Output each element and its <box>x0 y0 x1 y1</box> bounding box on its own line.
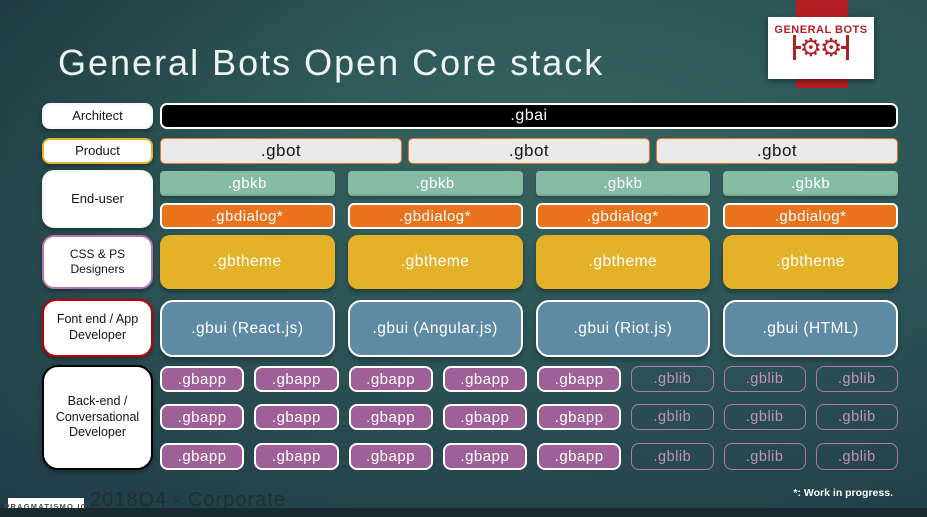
role-label-css-ps-designers: CSS & PS Designers <box>42 235 153 289</box>
box-gbapp: .gbapp <box>254 443 339 470</box>
row-gbtheme: .gbtheme .gbtheme .gbtheme .gbtheme <box>160 235 898 289</box>
general-bots-logo: GENERAL BOTS ⚙ ⚙ <box>768 17 874 79</box>
box-gbui-angular: .gbui (Angular.js) <box>347 300 523 357</box>
box-gbapp: .gbapp <box>160 366 245 392</box>
box-gblib: .gblib <box>631 443 714 470</box>
role-label-front-end-app-developer: Font end / App Developer <box>42 299 153 357</box>
box-gbui-html: .gbui (HTML) <box>723 300 898 357</box>
role-label-end-user: End-user <box>42 170 153 228</box>
row-gbai: .gbai <box>160 103 898 129</box>
page-title: General Bots Open Core stack <box>58 42 605 83</box>
box-gbot: .gbot <box>160 138 402 164</box>
bottom-strip <box>0 508 927 517</box>
gear-bar-right <box>846 35 850 60</box>
box-gbai: .gbai <box>160 103 898 129</box>
row-gbapp-2: .gbapp .gbapp .gbapp .gbapp .gbapp .gbli… <box>160 404 898 430</box>
box-gbapp: .gbapp <box>537 404 622 430</box>
row-gbapp-3: .gbapp .gbapp .gbapp .gbapp .gbapp .gbli… <box>160 443 898 470</box>
box-gbkb: .gbkb <box>535 171 711 196</box>
box-gbdialog: .gbdialog* <box>347 203 523 229</box>
box-gbapp: .gbapp <box>160 443 245 470</box>
role-label-architect: Architect <box>42 103 153 129</box>
slide-canvas: General Bots Open Core stack GENERAL BOT… <box>0 0 927 517</box>
row-gbui: .gbui (React.js) .gbui (Angular.js) .gbu… <box>160 300 898 357</box>
box-gblib: .gblib <box>631 404 714 430</box>
box-gbtheme: .gbtheme <box>723 235 898 289</box>
box-gbapp: .gbapp <box>442 404 527 430</box>
box-gbtheme: .gbtheme <box>347 235 523 289</box>
box-gblib: .gblib <box>815 443 898 470</box>
role-label-back-end-conversational-developer: Back-end / Conversational Developer <box>42 365 153 470</box>
box-gbkb: .gbkb <box>347 171 523 196</box>
box-gbapp: .gbapp <box>348 443 433 470</box>
box-gblib: .gblib <box>815 366 898 392</box>
box-gbapp: .gbapp <box>254 404 339 430</box>
box-gbtheme: .gbtheme <box>160 235 335 289</box>
role-label-product: Product <box>42 138 153 164</box>
box-gbdialog: .gbdialog* <box>535 203 711 229</box>
box-gblib: .gblib <box>723 404 806 430</box>
box-gbapp: .gbapp <box>254 366 339 392</box>
box-gblib: .gblib <box>815 404 898 430</box>
gear-icon: ⚙ <box>799 33 822 62</box>
box-gblib: .gblib <box>723 443 806 470</box>
box-gbapp: .gbapp <box>160 404 245 430</box>
box-gbot: .gbot <box>656 138 898 164</box>
box-gblib: .gblib <box>631 366 714 392</box>
box-gbui-riot: .gbui (Riot.js) <box>535 300 711 357</box>
box-gbkb: .gbkb <box>723 171 898 196</box>
box-gbapp: .gbapp <box>537 366 622 392</box>
work-in-progress-note: *: Work in progress. <box>793 487 893 499</box>
row-gbapp-1: .gbapp .gbapp .gbapp .gbapp .gbapp .gbli… <box>160 366 898 392</box>
row-gbdialog: .gbdialog* .gbdialog* .gbdialog* .gbdial… <box>160 203 898 229</box>
box-gblib: .gblib <box>723 366 806 392</box>
box-gbapp: .gbapp <box>348 404 433 430</box>
logo-gears: ⚙ ⚙ <box>792 33 850 62</box>
box-gbapp: .gbapp <box>537 443 622 470</box>
box-gbapp: .gbapp <box>442 366 527 392</box>
row-gbot: .gbot .gbot .gbot <box>160 138 898 164</box>
box-gbdialog: .gbdialog* <box>160 203 335 229</box>
row-gbkb: .gbkb .gbkb .gbkb .gbkb <box>160 171 898 196</box>
box-gbkb: .gbkb <box>160 171 335 196</box>
gear-icon: ⚙ <box>820 33 843 62</box>
box-gbapp: .gbapp <box>348 366 433 392</box>
box-gbot: .gbot <box>408 138 650 164</box>
box-gbapp: .gbapp <box>442 443 527 470</box>
box-gbdialog: .gbdialog* <box>723 203 898 229</box>
box-gbtheme: .gbtheme <box>535 235 711 289</box>
box-gbui-react: .gbui (React.js) <box>160 300 335 357</box>
